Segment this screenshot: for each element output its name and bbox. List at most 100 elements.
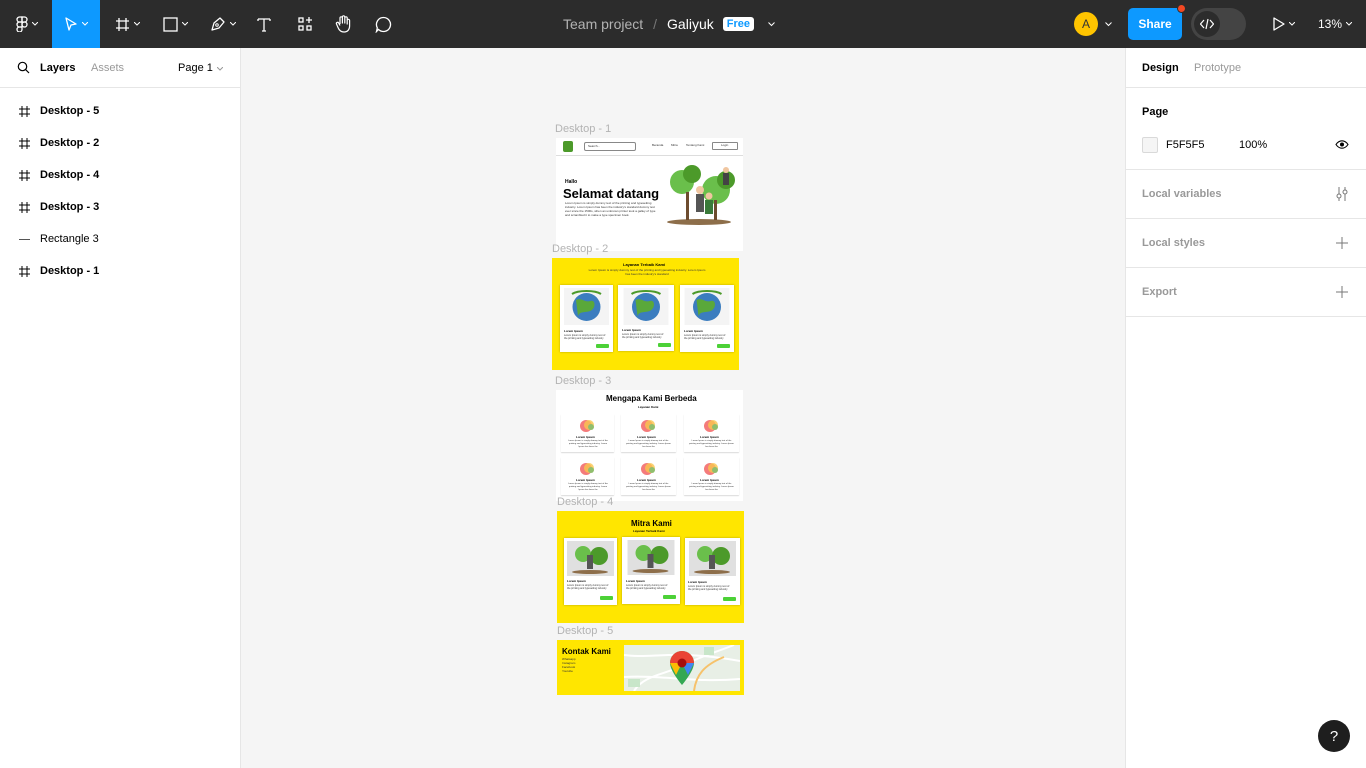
chevron-down-icon[interactable] xyxy=(217,67,223,71)
partner-card: Lorem Ipsum Lorem Ipsum is simply dummy … xyxy=(622,537,680,604)
help-button[interactable]: ? xyxy=(1318,720,1350,752)
feature-title: Lorem Ipsum xyxy=(576,478,595,482)
frame-icon xyxy=(18,201,30,213)
design-panel: Design Prototype Page F5F5F5 100% Local … xyxy=(1125,48,1366,768)
frame-label[interactable]: Desktop - 4 xyxy=(557,496,613,508)
share-button[interactable]: Share xyxy=(1128,8,1182,40)
canvas[interactable]: Desktop - 1 Search... Beranda Mitra Tent… xyxy=(241,48,1125,768)
feature-title: Lorem Ipsum xyxy=(700,478,719,482)
dev-mode-toggle[interactable] xyxy=(1191,8,1246,40)
plus-icon[interactable] xyxy=(1336,237,1348,249)
globe-image xyxy=(623,288,669,325)
layer-name: Desktop - 1 xyxy=(40,265,100,277)
search-icon[interactable] xyxy=(17,61,30,74)
layer-item[interactable]: Desktop - 5 xyxy=(0,95,240,127)
layer-item[interactable]: Desktop - 4 xyxy=(0,159,240,191)
feature-item: Lorem Ipsum Lorem Ipsum is simply dummy … xyxy=(684,457,739,495)
shape-tool-button[interactable] xyxy=(156,0,194,48)
layer-item[interactable]: Rectangle 3 xyxy=(0,223,240,255)
chevron-down-icon xyxy=(133,22,140,26)
frame-label[interactable]: Desktop - 5 xyxy=(557,625,613,637)
map-image xyxy=(624,645,740,691)
frame-icon xyxy=(18,169,30,181)
plus-icon[interactable] xyxy=(1336,286,1348,298)
service-card: Lorem Ipsum Lorem Ipsum is simply dummy … xyxy=(560,285,613,352)
hero-greeting: Hallo xyxy=(565,179,578,185)
frame-desktop-3[interactable]: Mengapa Kami Berbeda Layanan Kami Lorem … xyxy=(556,390,743,501)
main-menu-button[interactable] xyxy=(8,0,46,48)
page-selector[interactable]: Page 1 xyxy=(178,62,213,74)
chevron-down-icon xyxy=(230,22,236,26)
hand-tool-button[interactable] xyxy=(331,0,355,48)
frame-desktop-2[interactable]: Layanan Terbaik Kami Lorem Ipsum is simp… xyxy=(552,258,739,370)
hero-body: Lorem Ipsum is simply dummy text of the … xyxy=(565,201,656,217)
section-label: Export xyxy=(1142,286,1177,298)
layer-item[interactable]: Desktop - 1 xyxy=(0,255,240,287)
card-title: Lorem Ipsum xyxy=(688,580,707,584)
eye-icon[interactable] xyxy=(1335,140,1349,149)
tab-prototype[interactable]: Prototype xyxy=(1194,62,1241,74)
frame-icon xyxy=(115,17,129,31)
card-text: Lorem Ipsum is simply dummy text of the … xyxy=(626,584,668,591)
page-color-value[interactable]: F5F5F5 xyxy=(1166,139,1205,151)
divider xyxy=(556,155,743,156)
variables-icon[interactable] xyxy=(1336,187,1348,201)
file-title[interactable]: Team project / Galiyuk Free xyxy=(563,0,775,48)
hero-heading: Selamat datang xyxy=(563,186,660,201)
plan-badge: Free xyxy=(722,17,754,31)
page-opacity-value[interactable]: 100% xyxy=(1239,139,1267,151)
play-icon xyxy=(1273,17,1285,31)
chevron-down-icon xyxy=(82,22,88,26)
tab-layers[interactable]: Layers xyxy=(40,62,75,74)
comment-tool-button[interactable] xyxy=(371,0,395,48)
feature-title: Lorem Ipsum xyxy=(576,435,595,439)
local-variables-section[interactable]: Local variables xyxy=(1126,170,1366,219)
feature-text: Lorem Ipsum is simply dummy text of the … xyxy=(689,440,734,448)
card-title: Lorem Ipsum xyxy=(684,329,703,333)
section-title: Mengapa Kami Berbeda xyxy=(606,394,697,403)
zoom-control[interactable]: 13% xyxy=(1318,0,1353,48)
frame-label[interactable]: Desktop - 2 xyxy=(552,243,608,255)
move-tool-button[interactable] xyxy=(52,0,100,48)
frame-desktop-4[interactable]: Mitra Kami Layanan Terbaik Kami Lorem Ip… xyxy=(557,511,744,623)
layer-name: Desktop - 3 xyxy=(40,201,100,213)
chevron-down-icon xyxy=(32,22,38,26)
chevron-down-icon[interactable] xyxy=(768,21,775,27)
text-tool-button[interactable] xyxy=(252,0,276,48)
tab-assets[interactable]: Assets xyxy=(91,62,124,74)
export-section[interactable]: Export xyxy=(1126,268,1366,317)
layer-item[interactable]: Desktop - 2 xyxy=(0,127,240,159)
card-text: Lorem Ipsum is simply dummy text of the … xyxy=(684,334,726,341)
frame-desktop-1[interactable]: Search... Beranda Mitra Tentang Kami Log… xyxy=(556,138,743,251)
layer-name: Rectangle 3 xyxy=(40,233,99,245)
pen-tool-button[interactable] xyxy=(203,0,243,48)
file-name[interactable]: Galiyuk xyxy=(667,16,714,32)
frame-label[interactable]: Desktop - 3 xyxy=(555,375,611,387)
chevron-down-icon[interactable] xyxy=(1105,22,1112,27)
code-icon xyxy=(1200,18,1214,30)
feature-title: Lorem Ipsum xyxy=(637,435,656,439)
resources-button[interactable] xyxy=(293,0,317,48)
frame-label[interactable]: Desktop - 1 xyxy=(555,123,611,135)
avatar[interactable]: A xyxy=(1074,12,1098,36)
pen-icon xyxy=(211,17,225,31)
project-name[interactable]: Team project xyxy=(563,16,643,32)
chevron-down-icon xyxy=(181,22,188,26)
logo xyxy=(563,141,573,152)
search-placeholder: Search... xyxy=(588,144,601,148)
layer-item[interactable]: Desktop - 3 xyxy=(0,191,240,223)
frame-desktop-5[interactable]: Kontak Kami Whatsapp Instagram Facebook … xyxy=(557,640,744,695)
tab-design[interactable]: Design xyxy=(1142,62,1179,74)
brain-icon xyxy=(704,463,718,475)
local-styles-section[interactable]: Local styles xyxy=(1126,219,1366,268)
layer-name: Desktop - 2 xyxy=(40,137,100,149)
comment-icon xyxy=(375,16,391,33)
frame-icon xyxy=(18,105,30,117)
card-button xyxy=(600,596,613,600)
login-label: Login xyxy=(721,143,729,147)
frame-tool-button[interactable] xyxy=(108,0,146,48)
service-card: Lorem Ipsum Lorem Ipsum is simply dummy … xyxy=(680,285,734,352)
page-color-swatch[interactable] xyxy=(1142,137,1158,153)
text-icon xyxy=(257,17,271,32)
present-button[interactable] xyxy=(1266,0,1302,48)
